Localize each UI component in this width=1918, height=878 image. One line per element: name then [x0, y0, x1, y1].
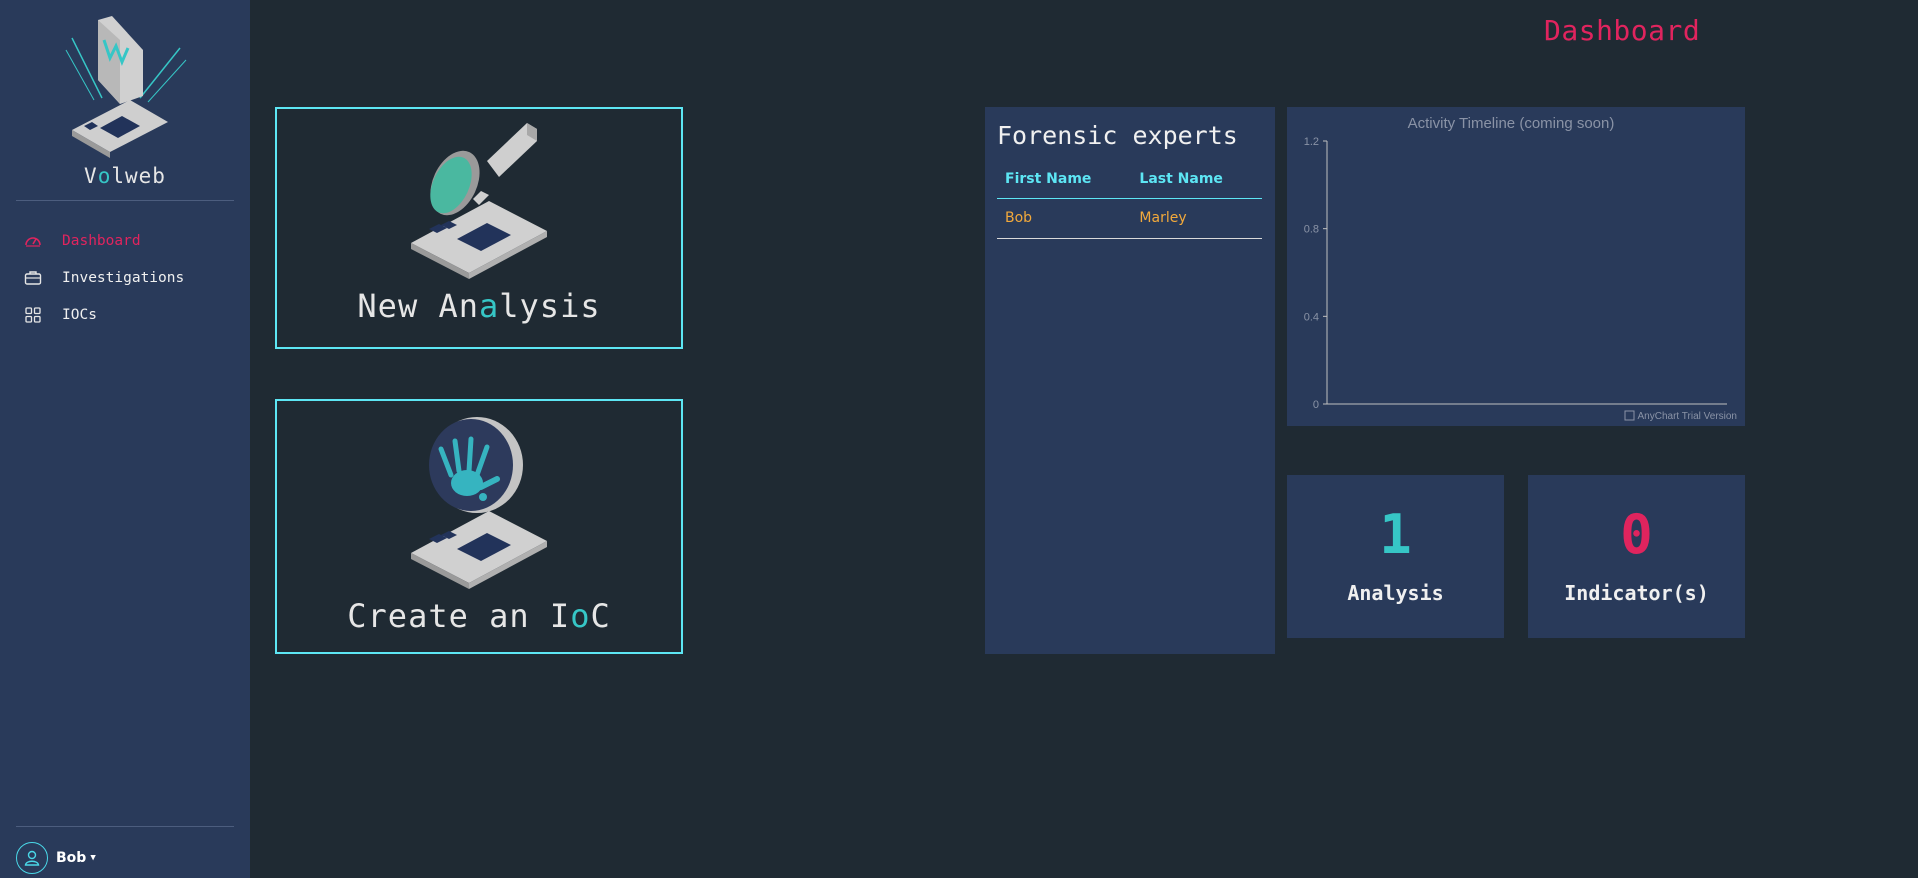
- y-tick-label: 1.2: [1304, 136, 1319, 148]
- sidebar: Volweb Dashboard Investigations IOCs Bob…: [0, 0, 250, 878]
- handprint-circuit-icon: [411, 417, 547, 589]
- new-analysis-button[interactable]: New Analysis: [275, 107, 683, 349]
- person-icon: [24, 850, 40, 866]
- briefcase-icon: [22, 267, 44, 289]
- y-tick-label: 0.4: [1304, 311, 1319, 323]
- sidebar-item-label: Investigations: [62, 269, 185, 286]
- analysis-count: 1: [1379, 503, 1412, 566]
- sidebar-item-iocs[interactable]: IOCs: [16, 296, 234, 333]
- y-tick-label: 0: [1313, 399, 1319, 411]
- indicator-count: 0: [1620, 503, 1653, 566]
- chart-title: Activity Timeline (coming soon): [1408, 115, 1615, 132]
- column-header-last-name: Last Name: [1131, 161, 1262, 199]
- last-name-cell: Marley: [1131, 198, 1262, 239]
- create-ioc-button[interactable]: Create an IoC: [275, 399, 683, 654]
- y-tick-label: 0.8: [1304, 224, 1319, 236]
- activity-timeline-chart: Activity Timeline (coming soon) 0 0.4 0.8 1.…: [1287, 107, 1745, 426]
- column-header-first-name: First Name: [997, 161, 1132, 199]
- magnifier-circuit-icon: [411, 123, 547, 279]
- analysis-label: Analysis: [1347, 581, 1444, 605]
- page-title: Dashboard: [1544, 14, 1701, 47]
- user-menu[interactable]: Bob ▼: [16, 842, 96, 874]
- indicator-label: Indicator(s): [1564, 581, 1709, 605]
- create-ioc-label: Create an IoC: [347, 597, 611, 635]
- experts-table: First Name Last Name Bob Marley: [997, 161, 1262, 239]
- brand-name: Volweb: [84, 164, 166, 188]
- user-name: Bob: [56, 850, 87, 866]
- sidebar-item-label: IOCs: [62, 306, 97, 323]
- anychart-logo-icon: [1624, 410, 1635, 421]
- chart-watermark: AnyChart Trial Version: [1638, 411, 1738, 422]
- sidebar-item-label: Dashboard: [62, 232, 141, 249]
- grid-icon: [22, 304, 44, 326]
- caret-down-icon: ▼: [90, 853, 96, 863]
- volweb-logo-icon: [65, 16, 187, 158]
- indicator-count-card: 0 Indicator(s): [1528, 475, 1745, 638]
- sidebar-nav: Dashboard Investigations IOCs: [16, 222, 234, 333]
- first-name-cell: Bob: [997, 198, 1132, 239]
- analysis-count-card: 1 Analysis: [1287, 475, 1504, 638]
- sidebar-item-dashboard[interactable]: Dashboard: [16, 222, 234, 259]
- table-header-row: First Name Last Name: [997, 161, 1262, 199]
- sidebar-divider: [16, 200, 234, 201]
- new-analysis-label: New Analysis: [357, 287, 601, 325]
- speedometer-icon: [22, 230, 44, 252]
- table-row[interactable]: Bob Marley: [997, 198, 1262, 239]
- chart-canvas: Activity Timeline (coming soon) 0 0.4 0.8 1.…: [1304, 115, 1738, 422]
- sidebar-divider: [16, 826, 234, 827]
- experts-title: Forensic experts: [997, 121, 1238, 150]
- avatar: [16, 842, 48, 874]
- sidebar-item-investigations[interactable]: Investigations: [16, 259, 234, 296]
- forensic-experts-panel: Forensic experts First Name Last Name Bo…: [985, 107, 1275, 654]
